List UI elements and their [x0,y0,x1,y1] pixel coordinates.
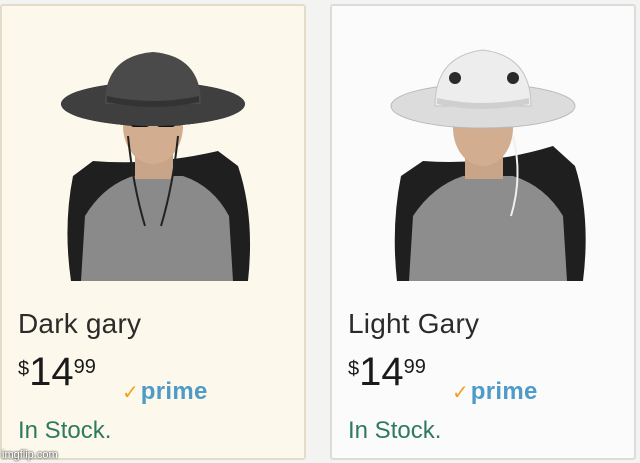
product-title[interactable]: Light Gary [348,308,479,340]
prime-label: prime [470,378,538,405]
imgflip-watermark: imgflip.com [2,449,58,461]
product-image-man-light-hat[interactable] [363,26,603,281]
stock-status: In Stock. [348,417,442,444]
prime-check-icon: ✓ [122,381,139,404]
product-price: $ 14 99 [348,352,426,392]
price-currency-symbol: $ [18,358,30,380]
product-card-light-gary[interactable]: Light Gary $ 14 99 ✓ prime In Stock. [330,4,636,460]
price-fraction: 99 [73,356,96,378]
product-title[interactable]: Dark gary [18,308,141,340]
prime-label: prime [140,378,208,405]
prime-check-icon: ✓ [452,381,469,404]
price-fraction: 99 [403,356,426,378]
prime-badge: ✓ prime [122,378,208,406]
price-whole: 14 [29,350,74,394]
prime-badge: ✓ prime [452,378,538,406]
price-currency-symbol: $ [348,358,360,380]
price-whole: 14 [359,350,404,394]
product-card-dark-gary[interactable]: Dark gary $ 14 99 ✓ prime In Stock. [0,4,306,460]
product-image-man-dark-hat[interactable] [33,26,273,281]
stock-status: In Stock. [18,417,112,444]
product-price: $ 14 99 [18,352,96,392]
